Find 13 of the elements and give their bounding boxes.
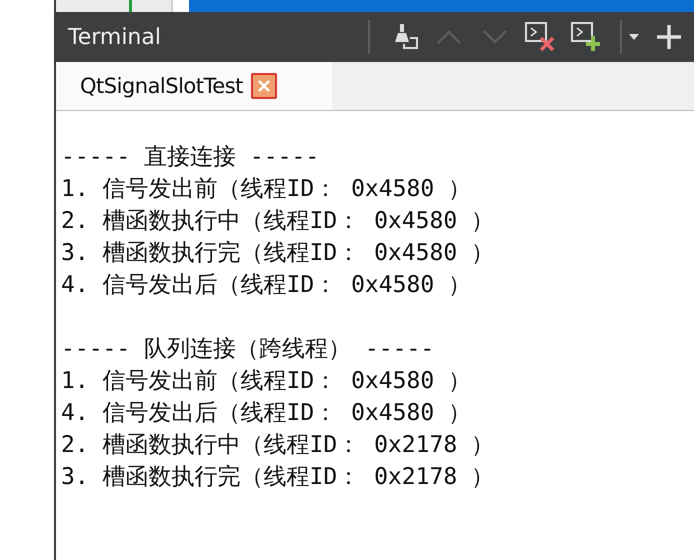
output-line: 1. 信号发出前（线程ID： 0x4580 ） xyxy=(61,175,472,204)
output-line: 4. 信号发出后（线程ID： 0x4580 ） xyxy=(61,271,472,300)
output-line: 4. 信号发出后（线程ID： 0x4580 ） xyxy=(61,399,472,428)
output-line: 3. 槽函数执行完（线程ID： 0x4580 ） xyxy=(61,239,496,268)
output-line: 2. 槽函数执行中（线程ID： 0x4580 ） xyxy=(61,207,496,236)
output-line: ----- 队列连接（跨线程） ----- xyxy=(61,335,436,364)
output-line: 1. 信号发出前（线程ID： 0x4580 ） xyxy=(61,367,472,396)
output-line: 3. 槽函数执行完（线程ID： 0x2178 ） xyxy=(61,463,496,492)
output-line: ----- 直接连接 ----- xyxy=(61,143,320,172)
output-line: 2. 槽函数执行中（线程ID： 0x2178 ） xyxy=(61,431,496,460)
close-icon[interactable] xyxy=(250,73,277,99)
terminal-tab[interactable]: QtSignalSlotTest xyxy=(56,62,332,110)
panel-title: Terminal xyxy=(68,24,161,50)
